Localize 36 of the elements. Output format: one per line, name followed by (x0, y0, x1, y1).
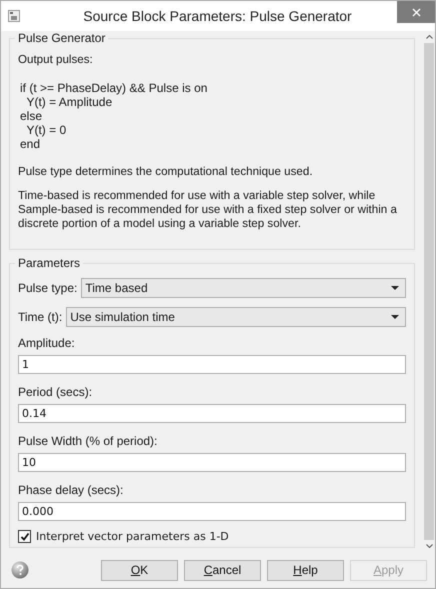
checkbox[interactable] (18, 530, 31, 543)
close-icon (412, 8, 420, 16)
dropdown[interactable]: Time based (81, 278, 406, 298)
field-label: Time (t): (18, 310, 62, 324)
input-field[interactable]: 0.14 (18, 404, 406, 423)
dialog-button[interactable]: Cancel (184, 560, 261, 580)
field-label: Pulse type: (18, 281, 78, 295)
input-field[interactable]: 0.000 (18, 502, 406, 521)
input-field[interactable]: 10 (18, 453, 406, 472)
group-title: Pulse Generator (17, 31, 106, 45)
description-text: Time-based is recommended for use with a variable step solver, while Sample-based is recommended for use with a fixed step solver or within a discrete portion of a model using a variable step solver. (18, 189, 398, 231)
input-field[interactable]: 1 (18, 355, 406, 374)
field-label: Amplitude: (18, 336, 76, 350)
code-line: end (20, 137, 42, 151)
dialog-button[interactable]: Help (267, 560, 344, 580)
dialog-button[interactable]: OK (101, 560, 178, 580)
field-label: Period (secs): (18, 385, 94, 399)
help-icon[interactable] (11, 561, 29, 579)
code-line: Y(t) = 0 (25, 123, 68, 137)
field-label: Pulse Width (% of period): (18, 434, 158, 448)
dropdown[interactable]: Use simulation time (66, 307, 406, 327)
description-text: Pulse type determines the computational technique used. (18, 165, 314, 179)
code-line: if (t >= PhaseDelay) && Pulse is on (20, 81, 208, 95)
window-title: Source Block Parameters: Pulse Generator (82, 8, 353, 24)
caret-icon (391, 286, 399, 290)
close-button[interactable] (397, 1, 435, 23)
scroll-down-icon (426, 544, 432, 548)
caret-icon (391, 315, 399, 319)
code-line: else (20, 109, 44, 123)
group-title: Parameters (17, 256, 82, 270)
code-line: Y(t) = Amplitude (25, 95, 114, 109)
window-icon (8, 10, 20, 22)
scroll-up-icon (426, 35, 432, 39)
description-text: Output pulses: (18, 53, 94, 67)
checkbox-label: Interpret vector parameters as 1-D (36, 530, 229, 543)
field-label: Phase delay (secs): (18, 483, 124, 497)
